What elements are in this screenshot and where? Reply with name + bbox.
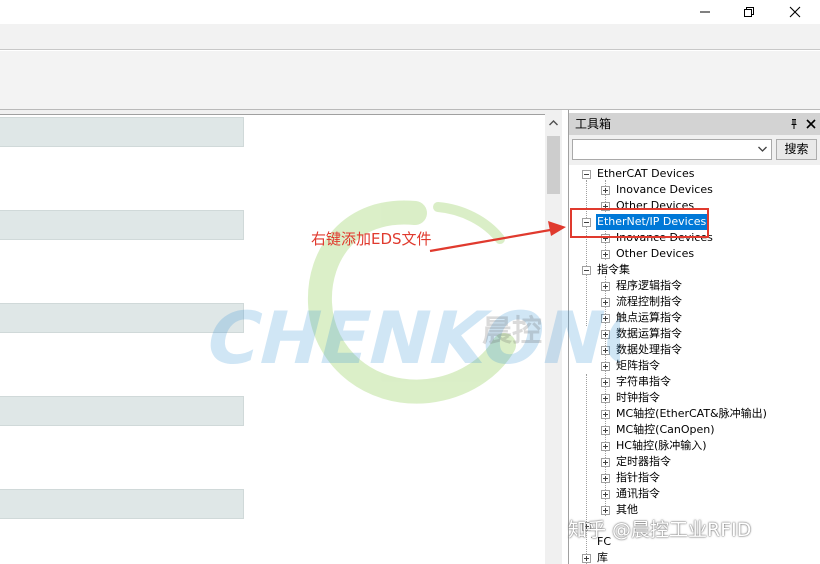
tree-node-lib[interactable]: 库 <box>569 550 819 564</box>
tree-node-label: 矩阵指令 <box>616 359 660 372</box>
annotation-text: 右键添加EDS文件 <box>311 230 432 248</box>
chevron-down-icon[interactable] <box>758 146 767 152</box>
tree-node-label: EtherCAT Devices <box>597 167 695 180</box>
search-row: 搜索 <box>569 135 820 165</box>
tree-node-label: HC轴控(脉冲输入) <box>616 439 707 452</box>
network-row[interactable] <box>0 396 244 426</box>
scrollbar-thumb[interactable] <box>547 136 560 194</box>
title-bar <box>0 0 820 24</box>
close-window-button[interactable] <box>772 0 818 24</box>
tree-node-instruction[interactable]: 字符串指令 <box>569 374 819 390</box>
tree-node-instruction[interactable]: 数据处理指令 <box>569 342 819 358</box>
tree-node-instruction-set[interactable]: 指令集 <box>569 262 819 278</box>
network-row[interactable] <box>0 489 244 519</box>
expand-icon[interactable] <box>601 490 610 499</box>
tree-node-fb[interactable] <box>569 518 819 534</box>
expand-icon[interactable] <box>601 426 610 435</box>
toolbox-title: 工具箱 <box>575 117 612 131</box>
tree-node-label: Other Devices <box>616 247 695 260</box>
minimize-button[interactable] <box>682 0 728 24</box>
tree-node-instruction[interactable]: 流程控制指令 <box>569 294 819 310</box>
expand-icon[interactable] <box>601 362 610 371</box>
tree-node-instruction[interactable]: MC轴控(EtherCAT&脉冲输出) <box>569 406 819 422</box>
scroll-up-button[interactable] <box>545 114 562 131</box>
network-row[interactable] <box>0 210 244 240</box>
vertical-scrollbar[interactable] <box>545 114 562 564</box>
expand-icon[interactable] <box>601 330 610 339</box>
tree-node-label: FC <box>597 535 612 548</box>
tree-node-instruction[interactable]: MC轴控(CanOpen) <box>569 422 819 438</box>
tree-node-label: 流程控制指令 <box>616 295 682 308</box>
expand-icon[interactable] <box>601 506 610 515</box>
pin-icon[interactable] <box>788 118 800 130</box>
expand-icon[interactable] <box>601 442 610 451</box>
tree-node-label: 指令集 <box>597 263 630 276</box>
tree-node-instruction[interactable]: 触点运算指令 <box>569 310 819 326</box>
search-button[interactable]: 搜索 <box>776 139 817 160</box>
expand-icon[interactable] <box>582 554 591 563</box>
toolbox-panel: 工具箱 搜索 EtherCAT Devices Inovance Devices… <box>568 110 820 564</box>
tree-node-label: 字符串指令 <box>616 375 671 388</box>
tree-node-ethernetip-other[interactable]: Other Devices <box>569 246 819 262</box>
expand-icon[interactable] <box>601 394 610 403</box>
restore-icon <box>744 7 754 17</box>
expand-icon[interactable] <box>601 298 610 307</box>
editor-canvas[interactable] <box>0 114 545 564</box>
editor-area <box>0 110 562 564</box>
tree-node-label: Inovance Devices <box>616 183 713 196</box>
tree-node-instruction[interactable]: 矩阵指令 <box>569 358 819 374</box>
search-combobox[interactable] <box>572 139 772 160</box>
tree-node-label: 指针指令 <box>616 471 660 484</box>
tree-node-instruction[interactable]: 通讯指令 <box>569 486 819 502</box>
minimize-icon <box>700 11 710 13</box>
tree-node-label: 定时器指令 <box>616 455 671 468</box>
expand-icon[interactable] <box>601 410 610 419</box>
expand-icon[interactable] <box>601 250 610 259</box>
network-row[interactable] <box>0 117 244 147</box>
close-icon[interactable] <box>804 117 818 131</box>
tree-node-label: 触点运算指令 <box>616 311 682 324</box>
expand-icon[interactable] <box>582 522 591 531</box>
close-icon <box>789 6 801 18</box>
menu-strip <box>0 24 820 50</box>
tree-node-instruction[interactable]: HC轴控(脉冲输入) <box>569 438 819 454</box>
expand-icon[interactable] <box>601 474 610 483</box>
tree-node-label: 程序逻辑指令 <box>616 279 682 292</box>
tree-node-label: 库 <box>597 551 608 564</box>
expand-icon[interactable] <box>601 282 610 291</box>
expand-icon[interactable] <box>601 346 610 355</box>
network-row[interactable] <box>0 303 244 333</box>
tree-node-label: 时钟指令 <box>616 391 660 404</box>
tree-node-instruction[interactable]: 程序逻辑指令 <box>569 278 819 294</box>
chevron-up-icon <box>549 120 558 126</box>
tree-node-label: 其他 <box>616 503 638 516</box>
restore-button[interactable] <box>726 0 772 24</box>
expand-icon[interactable] <box>601 458 610 467</box>
tree-node-fc[interactable]: FC <box>569 534 819 550</box>
tree-node-label: 数据处理指令 <box>616 343 682 356</box>
tree-node-label: 通讯指令 <box>616 487 660 500</box>
toolbox-header: 工具箱 <box>569 113 820 135</box>
collapse-icon[interactable] <box>582 266 591 275</box>
tree-node-label: MC轴控(CanOpen) <box>616 423 715 436</box>
tree-node-instruction[interactable]: 数据运算指令 <box>569 326 819 342</box>
tree-node-instruction[interactable]: 定时器指令 <box>569 454 819 470</box>
collapse-icon[interactable] <box>582 170 591 179</box>
tree-node-label: MC轴控(EtherCAT&脉冲输出) <box>616 407 767 420</box>
tree-node-instruction[interactable]: 其他 <box>569 502 819 518</box>
tree-node-ethercat-inovance[interactable]: Inovance Devices <box>569 182 819 198</box>
tree-node-instruction[interactable]: 时钟指令 <box>569 390 819 406</box>
expand-icon[interactable] <box>601 186 610 195</box>
annotation-highlight-box <box>570 208 709 238</box>
toolbar <box>0 51 820 110</box>
tree-node-ethercat-devices[interactable]: EtherCAT Devices <box>569 166 819 182</box>
expand-icon[interactable] <box>601 378 610 387</box>
tree-node-instruction[interactable]: 指针指令 <box>569 470 819 486</box>
expand-icon[interactable] <box>601 314 610 323</box>
tree-node-label: 数据运算指令 <box>616 327 682 340</box>
